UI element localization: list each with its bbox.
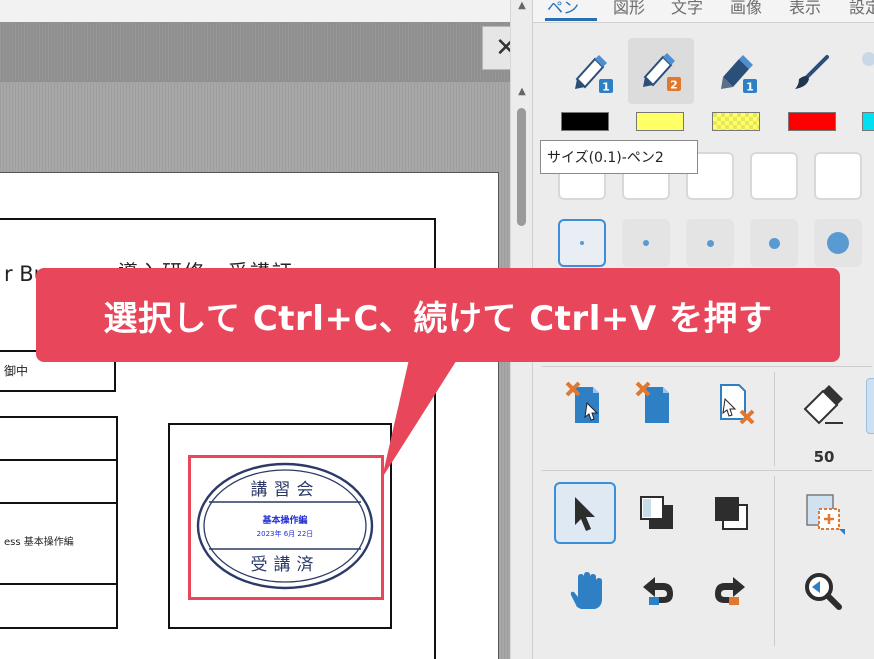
brush-icon <box>795 55 829 89</box>
swatch-yellow[interactable] <box>636 112 684 131</box>
viewer-title-bar <box>0 22 510 82</box>
pen-1-badge: 1 <box>602 81 610 94</box>
dot-icon <box>706 239 714 247</box>
cursor-arrow-icon <box>575 497 595 531</box>
dot-icon <box>768 237 780 249</box>
completion-stamp[interactable]: 講習会 基本操作編 2023年 6月 22日 受講済 <box>195 461 376 592</box>
info-divider-1 <box>0 459 118 461</box>
paste-icon <box>806 494 845 535</box>
eraser-variant-button[interactable] <box>866 378 874 434</box>
swatch-cyan[interactable] <box>862 112 874 131</box>
info-frame <box>0 416 118 629</box>
bring-to-front-button[interactable] <box>626 482 688 544</box>
pen-1-tool[interactable]: 1 <box>560 40 626 106</box>
recipient-suffix: 御中 <box>4 364 29 378</box>
stroke-size-4[interactable] <box>750 219 798 267</box>
delete-selected-button[interactable] <box>554 372 616 434</box>
page-delete-icon <box>720 384 755 425</box>
tab-settings[interactable]: 設定 <box>849 0 874 18</box>
stroke-size-5[interactable] <box>814 219 862 267</box>
hand-icon <box>570 572 602 609</box>
panel-vsep-2 <box>774 476 775 646</box>
eraser-size-value: 50 <box>813 448 835 466</box>
close-icon: ✕ <box>495 33 510 63</box>
viewer-top-bar <box>0 0 510 22</box>
undo-button[interactable] <box>626 560 688 622</box>
undo-icon <box>643 577 673 605</box>
stamp-course: 基本操作編 <box>261 514 307 526</box>
swatch-yellow-translucent[interactable] <box>712 112 760 131</box>
panel-divider-1 <box>542 366 872 367</box>
magnifier-icon <box>805 573 842 610</box>
delete-all-icon <box>635 381 669 423</box>
pan-tool-button[interactable] <box>554 560 616 622</box>
brush-tool[interactable] <box>778 40 844 106</box>
active-tab-indicator <box>545 18 597 21</box>
dot-icon <box>580 241 584 245</box>
callout-text: 選択して Ctrl+C、続けて Ctrl+V を押す <box>103 298 773 339</box>
select-tool-button[interactable] <box>554 482 616 544</box>
info-divider-2 <box>0 502 118 504</box>
marker-icon: 1 <box>721 55 757 94</box>
delete-all-button[interactable] <box>624 372 686 434</box>
tab-image[interactable]: 画像 <box>730 0 762 18</box>
marker-1-tool[interactable]: 1 <box>704 40 770 106</box>
stroke-size-2[interactable] <box>622 219 670 267</box>
panel-divider-2 <box>542 470 872 471</box>
size-preset-4[interactable] <box>750 152 798 200</box>
stamp-top-text: 講習会 <box>251 480 320 500</box>
info-divider-3 <box>0 583 118 585</box>
pen-2-badge: 2 <box>670 79 678 92</box>
stroke-size-1[interactable] <box>558 219 606 267</box>
redo-icon <box>715 577 745 605</box>
panel-tab-bar: ペン 図形 文字 画像 表示 設定 <box>533 0 874 23</box>
pen-icon: 2 <box>643 53 681 92</box>
stamp-date: 2023年 6月 22日 <box>257 529 314 538</box>
size-tooltip: サイズ(0.1)-ペン2 <box>540 140 698 174</box>
scroll-up-arrow[interactable]: ▲ <box>516 86 528 97</box>
scroll-up-arrow-top[interactable]: ▲ <box>516 0 528 11</box>
swatch-black[interactable] <box>561 112 609 131</box>
stroke-size-3[interactable] <box>686 219 734 267</box>
close-button[interactable]: ✕ <box>482 26 510 70</box>
pen-icon: 1 <box>575 55 613 94</box>
eraser-icon <box>803 385 843 425</box>
panel-vsep-1 <box>774 372 775 466</box>
dot-icon <box>643 240 649 246</box>
tab-shape[interactable]: 図形 <box>613 0 645 18</box>
bring-front-icon <box>640 496 673 529</box>
pen-2-tool[interactable]: 2 <box>628 38 694 104</box>
delete-page-button[interactable] <box>704 372 766 434</box>
eraser-button[interactable] <box>792 372 854 434</box>
tab-text[interactable]: 文字 <box>671 0 703 18</box>
swatch-red[interactable] <box>788 112 836 131</box>
tab-pen[interactable]: ペン <box>547 0 579 18</box>
dot-icon <box>827 232 849 254</box>
marker-1-badge: 1 <box>746 81 754 94</box>
paste-object-button[interactable] <box>792 482 854 544</box>
delete-page-icon <box>565 381 599 423</box>
zoom-out-button[interactable] <box>792 560 854 622</box>
tab-view[interactable]: 表示 <box>789 0 821 18</box>
redo-button[interactable] <box>700 560 762 622</box>
course-fragment: ess 基本操作編 <box>4 537 74 548</box>
size-preset-5[interactable] <box>814 152 862 200</box>
scroll-thumb[interactable] <box>517 108 526 226</box>
more-tools-icon[interactable] <box>862 52 874 66</box>
send-to-back-button[interactable] <box>700 482 762 544</box>
stamp-graphic: 講習会 基本操作編 2023年 6月 22日 受講済 <box>196 462 374 590</box>
stamp-bottom-text: 受講済 <box>251 555 320 575</box>
send-back-icon <box>715 497 748 530</box>
instruction-callout: 選択して Ctrl+C、続けて Ctrl+V を押す <box>36 268 840 362</box>
